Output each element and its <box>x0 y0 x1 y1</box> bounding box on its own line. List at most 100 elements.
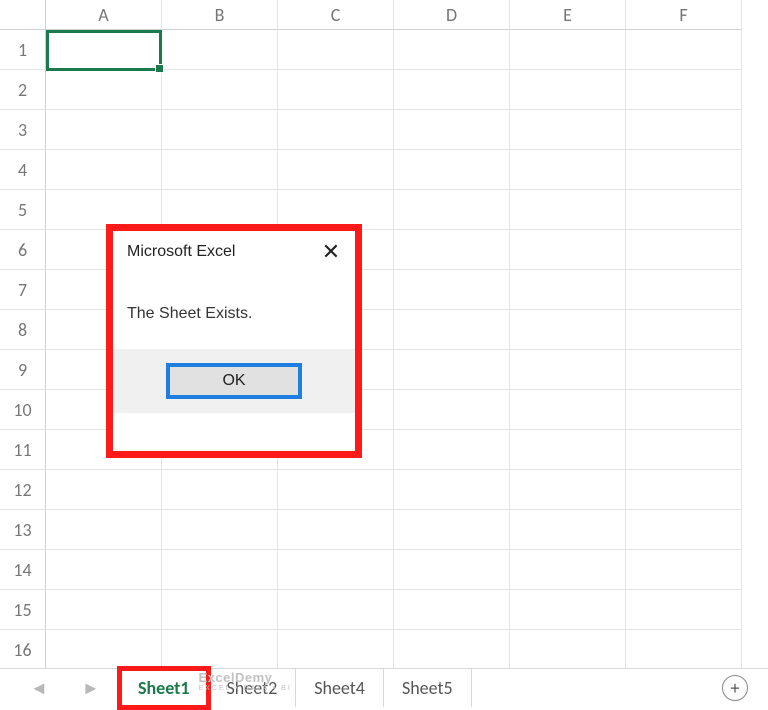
cell[interactable] <box>278 110 394 150</box>
cell[interactable] <box>626 590 742 630</box>
cell[interactable] <box>626 310 742 350</box>
cell[interactable] <box>278 70 394 110</box>
row-head[interactable]: 4 <box>0 150 46 190</box>
cell[interactable] <box>510 550 626 590</box>
cell[interactable] <box>510 110 626 150</box>
row-head[interactable]: 7 <box>0 270 46 310</box>
cell[interactable] <box>510 590 626 630</box>
cell[interactable] <box>394 310 510 350</box>
cell[interactable] <box>162 590 278 630</box>
cell[interactable] <box>510 270 626 310</box>
add-sheet-button[interactable]: + <box>722 675 748 701</box>
row-head[interactable]: 14 <box>0 550 46 590</box>
cell[interactable] <box>626 270 742 310</box>
cell[interactable] <box>510 30 626 70</box>
cell[interactable] <box>162 470 278 510</box>
row-head[interactable]: 11 <box>0 430 46 470</box>
col-head-E[interactable]: E <box>510 0 626 30</box>
cell[interactable] <box>510 350 626 390</box>
cell[interactable] <box>394 150 510 190</box>
cell[interactable] <box>278 630 394 670</box>
cell[interactable] <box>510 510 626 550</box>
cell[interactable] <box>626 230 742 270</box>
cell[interactable] <box>162 150 278 190</box>
row-head[interactable]: 8 <box>0 310 46 350</box>
cell[interactable] <box>46 630 162 670</box>
cell[interactable] <box>626 470 742 510</box>
sheet-tab-sheet4[interactable]: Sheet4 <box>296 669 384 707</box>
row-head[interactable]: 12 <box>0 470 46 510</box>
col-head-D[interactable]: D <box>394 0 510 30</box>
cell[interactable] <box>510 230 626 270</box>
cell[interactable] <box>394 230 510 270</box>
cell[interactable] <box>162 510 278 550</box>
cell[interactable] <box>278 150 394 190</box>
cell[interactable] <box>394 110 510 150</box>
cell[interactable] <box>626 390 742 430</box>
dialog-titlebar[interactable]: Microsoft Excel ✕ <box>113 231 355 269</box>
cell[interactable] <box>394 470 510 510</box>
cell[interactable] <box>510 190 626 230</box>
cell[interactable] <box>278 470 394 510</box>
cell[interactable] <box>626 430 742 470</box>
cell[interactable] <box>162 70 278 110</box>
cell[interactable] <box>626 70 742 110</box>
row-head[interactable]: 10 <box>0 390 46 430</box>
row-head[interactable]: 5 <box>0 190 46 230</box>
cell[interactable] <box>46 70 162 110</box>
cell[interactable] <box>510 470 626 510</box>
cell[interactable] <box>162 110 278 150</box>
cell[interactable] <box>46 110 162 150</box>
col-head-F[interactable]: F <box>626 0 742 30</box>
cell[interactable] <box>46 470 162 510</box>
cell[interactable] <box>162 30 278 70</box>
cell[interactable] <box>394 270 510 310</box>
sheet-tab-sheet5[interactable]: Sheet5 <box>384 669 472 707</box>
cell[interactable] <box>626 190 742 230</box>
cell[interactable] <box>394 70 510 110</box>
cell[interactable] <box>510 390 626 430</box>
cell[interactable] <box>510 150 626 190</box>
cell[interactable] <box>394 350 510 390</box>
cell[interactable] <box>394 190 510 230</box>
cell[interactable] <box>394 430 510 470</box>
cell[interactable] <box>394 30 510 70</box>
next-sheet-icon[interactable]: ► <box>82 677 100 699</box>
row-head[interactable]: 6 <box>0 230 46 270</box>
cell[interactable] <box>278 30 394 70</box>
row-head[interactable]: 16 <box>0 630 46 670</box>
col-head-B[interactable]: B <box>162 0 278 30</box>
cell[interactable] <box>278 510 394 550</box>
cell[interactable] <box>46 590 162 630</box>
sheet-tab-sheet1[interactable]: Sheet1 <box>120 669 209 707</box>
sheet-tab-sheet2[interactable]: Sheet2 ExcelDemy EXCEL • DATA • BI <box>209 669 297 707</box>
cell[interactable] <box>510 630 626 670</box>
cell[interactable] <box>46 550 162 590</box>
row-head[interactable]: 3 <box>0 110 46 150</box>
col-head-C[interactable]: C <box>278 0 394 30</box>
cell[interactable] <box>46 30 162 70</box>
cell[interactable] <box>626 30 742 70</box>
row-head[interactable]: 13 <box>0 510 46 550</box>
cell[interactable] <box>394 510 510 550</box>
close-icon[interactable]: ✕ <box>307 241 355 263</box>
cell[interactable] <box>510 70 626 110</box>
cell[interactable] <box>278 590 394 630</box>
cell[interactable] <box>46 510 162 550</box>
row-head[interactable]: 9 <box>0 350 46 390</box>
select-all-corner[interactable] <box>0 0 46 30</box>
cell[interactable] <box>162 550 278 590</box>
row-head[interactable]: 1 <box>0 30 46 70</box>
cell[interactable] <box>394 590 510 630</box>
cell[interactable] <box>46 150 162 190</box>
cell[interactable] <box>626 550 742 590</box>
cell[interactable] <box>278 550 394 590</box>
row-head[interactable]: 15 <box>0 590 46 630</box>
ok-button[interactable]: OK <box>166 363 302 399</box>
cell[interactable] <box>394 550 510 590</box>
prev-sheet-icon[interactable]: ◄ <box>30 677 48 699</box>
cell[interactable] <box>626 630 742 670</box>
cell[interactable] <box>162 630 278 670</box>
col-head-A[interactable]: A <box>46 0 162 30</box>
cell[interactable] <box>626 110 742 150</box>
